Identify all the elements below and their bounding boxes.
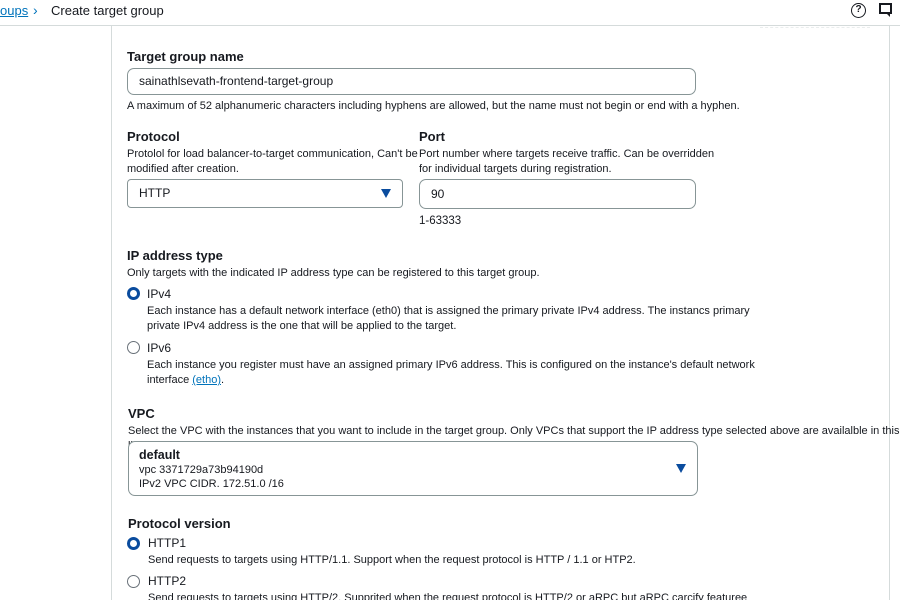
- ipv4-description-line2: private IPv4 address is the one that wil…: [147, 320, 457, 332]
- http2-radio[interactable]: [127, 575, 140, 588]
- protocol-label: Protocol: [127, 129, 180, 144]
- target-group-name-help: A maximum of 52 alphanumeric characters …: [127, 100, 740, 112]
- ip-address-type-label: IP address type: [127, 248, 223, 263]
- http2-description: Send requests to targets using HTTP/2. S…: [148, 592, 748, 600]
- port-input[interactable]: 90: [419, 179, 696, 209]
- target-group-name-label: Target group name: [127, 49, 244, 64]
- vpc-selected-cidr: IPv2 VPC CIDR. 172.51.0 /16: [139, 478, 284, 490]
- feedback-icon[interactable]: [879, 3, 893, 18]
- help-icon[interactable]: ?: [851, 3, 866, 18]
- vpc-select[interactable]: default vpc 3371729a73b94190d IPv2 VPC C…: [128, 441, 698, 496]
- ipv4-radio-label[interactable]: IPv4: [147, 287, 171, 301]
- vpc-label: VPC: [128, 406, 155, 421]
- ipv4-radio[interactable]: [127, 287, 140, 300]
- protocol-version-label: Protocol version: [128, 516, 231, 531]
- chevron-down-icon: [676, 464, 686, 473]
- eth0-link[interactable]: (etho): [192, 374, 221, 386]
- breadcrumb-chevron-icon: ›: [33, 2, 38, 18]
- page-title: Create target group: [51, 3, 164, 18]
- divider: [760, 27, 870, 31]
- http2-radio-label[interactable]: HTTP2: [148, 574, 186, 588]
- ipv6-radio-label[interactable]: IPv6: [147, 341, 171, 355]
- top-bar: oups › Create target group ?: [0, 0, 900, 26]
- protocol-description-line1: Protolol for load balancer-to-target com…: [127, 148, 418, 160]
- ip-address-type-description: Only targets with the indicated IP addre…: [127, 267, 540, 279]
- ipv4-description-line1: Each instance has a default network inte…: [147, 305, 750, 317]
- http1-description: Send requests to targets using HTTP/1.1.…: [148, 554, 636, 566]
- port-description-line1: Port number where targets receive traffi…: [419, 148, 715, 160]
- http1-radio[interactable]: [127, 537, 140, 550]
- protocol-select-value: HTTP: [139, 186, 171, 200]
- chevron-down-icon: [381, 189, 391, 198]
- protocol-description-line2: modified after creation.: [127, 163, 239, 175]
- target-group-name-input[interactable]: sainathlsevath-frontend-target-group: [127, 68, 696, 95]
- ipv6-description-suffix: .: [221, 374, 225, 386]
- vpc-selected-name: default: [139, 448, 180, 462]
- vpc-selected-id: vpc 3371729a73b94190d: [139, 464, 264, 476]
- ipv6-radio[interactable]: [127, 341, 140, 354]
- port-label: Port: [419, 129, 445, 144]
- breadcrumb-parent-link[interactable]: oups: [0, 3, 28, 18]
- protocol-select[interactable]: HTTP: [127, 179, 403, 208]
- ipv6-description-prefix: interface: [147, 374, 193, 386]
- port-range-hint: 1-63333: [419, 215, 462, 227]
- http1-radio-label[interactable]: HTTP1: [148, 536, 186, 550]
- ipv6-description-line2: interface (etho).: [147, 373, 224, 388]
- ipv6-description-line1: Each instance you register must have an …: [147, 359, 755, 371]
- port-description-line2: for individual targets during registrati…: [419, 163, 612, 175]
